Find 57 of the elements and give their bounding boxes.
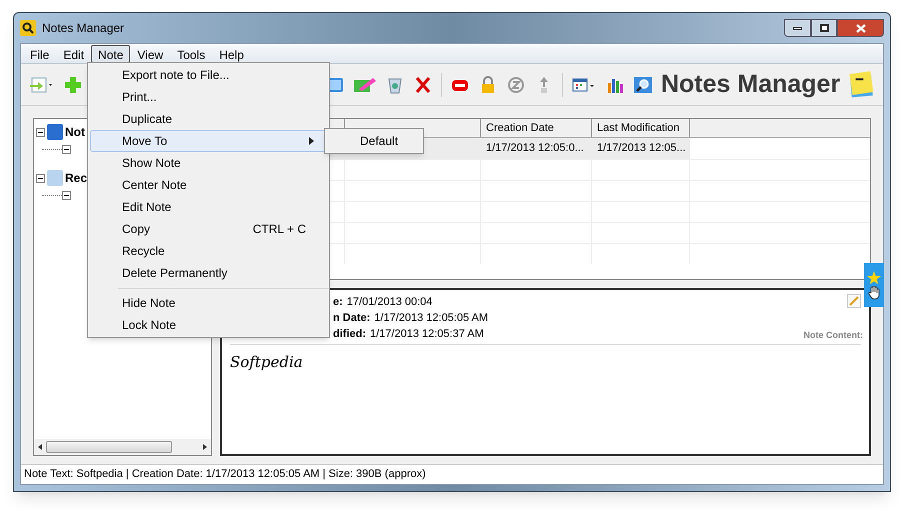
close-button[interactable] bbox=[837, 19, 884, 37]
recycle-bin-icon bbox=[47, 170, 63, 186]
window-title: Notes Manager bbox=[42, 20, 124, 37]
submenu-arrow-icon bbox=[309, 137, 314, 145]
menu-entry[interactable]: Edit Note bbox=[90, 196, 327, 218]
close-icon bbox=[856, 24, 866, 32]
app-brand-title: Notes Manager bbox=[660, 68, 840, 100]
menu-entry[interactable]: Hide Note bbox=[90, 292, 327, 314]
field-label: e: bbox=[333, 295, 343, 310]
menu-entry[interactable]: Move To bbox=[90, 130, 327, 152]
expander-icon[interactable] bbox=[36, 174, 45, 182]
menu-entry[interactable]: Lock Note bbox=[90, 314, 327, 336]
tree-item[interactable]: Rec bbox=[65, 169, 88, 187]
app-logo-icon bbox=[20, 20, 36, 36]
scroll-thumb[interactable] bbox=[46, 441, 172, 453]
field-value: 1/17/2013 12:05:05 AM bbox=[374, 311, 488, 326]
menu-entry[interactable]: Duplicate bbox=[90, 108, 327, 130]
menu-entry[interactable]: Center Note bbox=[90, 174, 327, 196]
import-icon[interactable] bbox=[29, 74, 55, 94]
minimize-button[interactable] bbox=[784, 19, 811, 37]
horizontal-scrollbar[interactable] bbox=[34, 439, 211, 455]
menu-entry[interactable]: Recycle bbox=[90, 240, 327, 262]
expander-icon[interactable] bbox=[36, 128, 45, 136]
menu-item[interactable]: View bbox=[130, 44, 170, 62]
menu-entry[interactable]: Default bbox=[325, 130, 423, 152]
star-icon[interactable] bbox=[867, 270, 881, 284]
expander-icon[interactable] bbox=[62, 190, 71, 200]
status-bar: Note Text: Softpedia | Creation Date: 1/17/2013 12:05:05 AM | Size: 390B (approx) bbox=[21, 464, 883, 484]
field-value: 1/17/2013 12:05:37 AM bbox=[370, 327, 484, 342]
menu-item[interactable]: Tools bbox=[170, 44, 212, 62]
table-cell-text: 1/17/2013 12:05... bbox=[596, 141, 687, 156]
table-cell-text: 1/17/2013 12:05:0... bbox=[485, 141, 585, 156]
scroll-left-icon[interactable] bbox=[36, 443, 44, 451]
field-value: 17/01/2013 00:04 bbox=[346, 295, 432, 310]
column-header[interactable]: Last Modification bbox=[592, 119, 690, 137]
content-label: Note Content: bbox=[804, 328, 863, 342]
maximize-button[interactable] bbox=[811, 19, 837, 37]
field-label: n Date: bbox=[333, 311, 370, 326]
hand-icon[interactable] bbox=[868, 286, 880, 300]
menu-item[interactable]: Note bbox=[91, 44, 130, 62]
note-content: Softpedia bbox=[230, 353, 303, 371]
menu-item[interactable]: Help bbox=[212, 44, 251, 62]
menu-entry[interactable]: Copy CTRL + C bbox=[90, 218, 327, 240]
menu-item[interactable]: Edit bbox=[56, 44, 92, 62]
folder-icon bbox=[47, 124, 63, 140]
menu-entry[interactable]: Export note to File... bbox=[90, 64, 327, 86]
menu-item[interactable]: File bbox=[23, 44, 56, 62]
sticky-note-icon bbox=[848, 70, 875, 100]
z-circle-icon[interactable] bbox=[506, 74, 526, 94]
tree-item[interactable]: Not bbox=[65, 123, 85, 141]
field-label: dified: bbox=[333, 327, 366, 342]
menu-entry[interactable]: Delete Permanently bbox=[90, 262, 327, 284]
menu-entry[interactable]: Print... bbox=[90, 86, 327, 108]
scroll-right-icon[interactable] bbox=[201, 443, 209, 451]
column-header[interactable]: Creation Date bbox=[481, 119, 592, 137]
search-icon[interactable] bbox=[632, 74, 653, 94]
expander-icon[interactable] bbox=[62, 144, 71, 154]
